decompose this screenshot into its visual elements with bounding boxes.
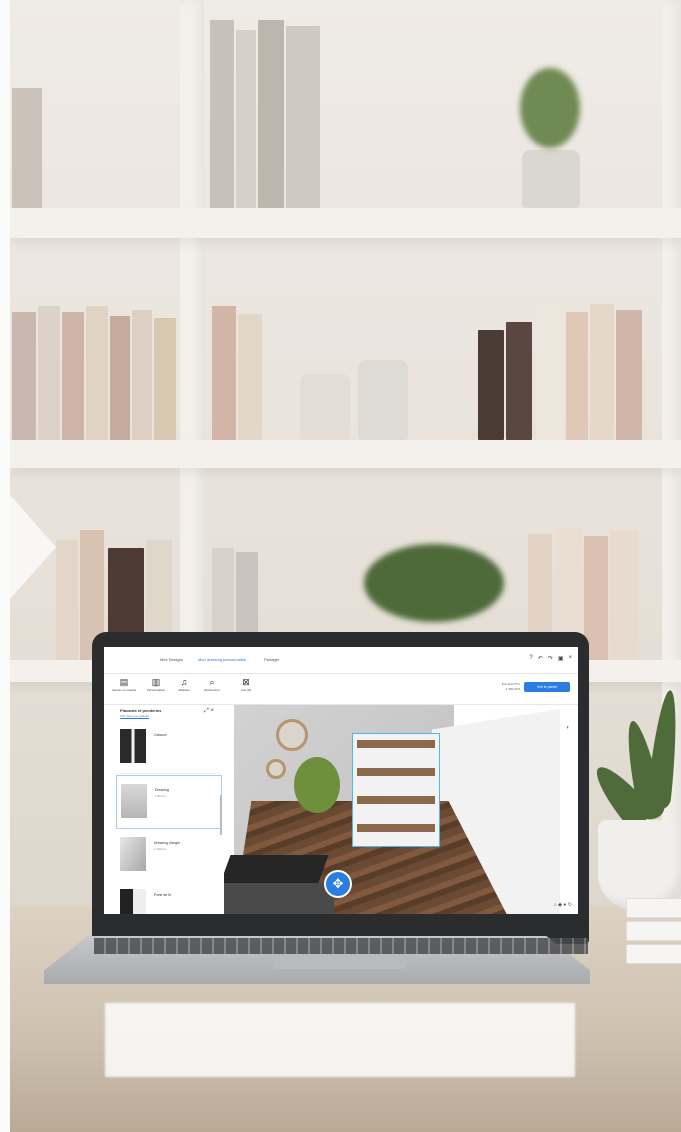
book	[212, 306, 236, 440]
book-stack	[626, 898, 681, 970]
book	[56, 540, 78, 660]
book	[12, 312, 36, 440]
item-thumbnail	[120, 729, 146, 763]
plant	[364, 544, 504, 622]
price-summary: Prix total TTC 1 250,00 €	[501, 682, 520, 691]
sidebar-scrollbar[interactable]	[220, 795, 222, 835]
redo-icon[interactable]: ↷	[548, 655, 553, 662]
desk-reflection	[105, 1003, 575, 1077]
item-name: Dressing	[155, 788, 169, 792]
plant	[520, 68, 580, 148]
book	[258, 20, 284, 208]
book	[154, 318, 176, 440]
catalog-item[interactable]: Caisson	[116, 721, 220, 774]
search-icon: ⌕	[209, 677, 215, 687]
left-border	[0, 0, 10, 1132]
tool-add-furniture[interactable]: ▤ Ajouter un meuble	[110, 676, 138, 692]
book	[286, 26, 320, 208]
book	[86, 306, 108, 440]
bookshelf-shelf-1	[10, 208, 681, 238]
sidebar-link[interactable]: Voir tous nos produits	[120, 714, 149, 718]
laptop-trackpad	[273, 956, 405, 969]
tool-3d-view[interactable]: ⊠ Vue 3D	[232, 676, 260, 692]
tool-models[interactable]: ♫ Modèles	[170, 676, 198, 692]
app-topbar: Mes Designs Mon dressing personnalisé Pa…	[104, 647, 578, 674]
book	[236, 30, 256, 208]
item-meta: L 100 cm	[154, 847, 167, 851]
book	[616, 310, 642, 440]
item-thumbnail	[121, 784, 147, 818]
book	[132, 310, 152, 440]
bell-icon: ♫	[180, 677, 188, 687]
move-arrows-icon[interactable]: ✥	[324, 870, 352, 898]
item-name: Dressing d'angle	[154, 841, 180, 845]
catalog-sidebar: Placards et penderies Voir tous nos prod…	[104, 705, 225, 914]
wardrobe-shelf	[357, 796, 435, 804]
catalog-item[interactable]: Dressing d'angle L 100 cm	[116, 829, 220, 882]
project-title[interactable]: Mon dressing personnalisé	[198, 657, 246, 662]
catalog-item-selected[interactable]: Dressing L 80 cm	[116, 775, 222, 829]
cube-icon: ⊠	[242, 677, 250, 687]
share-link[interactable]: Partager	[264, 657, 279, 662]
cabinet-icon: ▤	[119, 677, 129, 687]
book	[238, 314, 262, 440]
book	[110, 316, 130, 440]
view-options-icon[interactable]: ◐	[566, 725, 570, 731]
next-arrow-icon[interactable]	[10, 495, 56, 599]
book	[590, 304, 614, 440]
item-meta: L 80 cm	[155, 794, 166, 798]
book	[566, 312, 588, 440]
help-icon[interactable]: ?	[529, 655, 532, 662]
wardrobe-shelf	[357, 768, 435, 776]
item-name: Caisson	[154, 733, 167, 737]
book	[536, 306, 564, 440]
book	[12, 88, 42, 208]
wardrobe-icon: ▥	[151, 677, 161, 687]
book	[506, 322, 532, 440]
expand-close-icons[interactable]: ⤢ ×	[204, 708, 214, 715]
view-controls[interactable]: ⌂ ◆ ● ↻	[554, 902, 572, 908]
sidebar-title: Placards et penderies	[120, 708, 162, 713]
wardrobe-shelf	[357, 740, 435, 748]
item-name: Porte de lit	[154, 893, 171, 897]
round-mirror	[276, 719, 308, 751]
tool-customize[interactable]: ▥ Personnaliser	[142, 676, 170, 692]
vase	[522, 150, 580, 208]
vase	[300, 374, 350, 440]
round-mirror	[266, 759, 286, 779]
laptop-keyboard	[94, 938, 588, 954]
3d-room-view[interactable]: ✥ ◐ ⌂ ◆ ● ↻	[224, 705, 578, 914]
selected-wardrobe[interactable]	[352, 733, 440, 847]
bookshelf-shelf-2	[10, 440, 681, 468]
save-icon[interactable]: ▣	[558, 655, 564, 662]
plant-pot	[598, 820, 681, 910]
floor-shadow	[224, 883, 334, 914]
book	[62, 312, 84, 440]
plant	[294, 757, 340, 813]
cart-button[interactable]: Voir le panier	[524, 682, 570, 692]
laptop-screen: Mes Designs Mon dressing personnalisé Pa…	[104, 647, 578, 914]
wardrobe-shelf	[357, 824, 435, 832]
vase	[358, 360, 408, 440]
app-toolbar: ▤ Ajouter un meuble ▥ Personnaliser ♫ Mo…	[104, 674, 578, 705]
brand-link[interactable]: Mes Designs	[160, 657, 183, 662]
top-icons: ? ↶ ↷ ▣ ×	[529, 655, 572, 662]
photo-scene: Mes Designs Mon dressing personnalisé Pa…	[0, 0, 681, 1132]
book	[210, 20, 234, 208]
undo-icon[interactable]: ↶	[538, 655, 543, 662]
book	[478, 330, 504, 440]
item-thumbnail	[120, 889, 146, 914]
item-thumbnail	[120, 837, 146, 871]
book	[38, 306, 60, 440]
book	[610, 530, 638, 660]
tool-search[interactable]: ⌕ Rechercher	[198, 676, 226, 692]
catalog-item[interactable]: Porte de lit	[116, 881, 220, 914]
close-icon[interactable]: ×	[568, 655, 572, 662]
